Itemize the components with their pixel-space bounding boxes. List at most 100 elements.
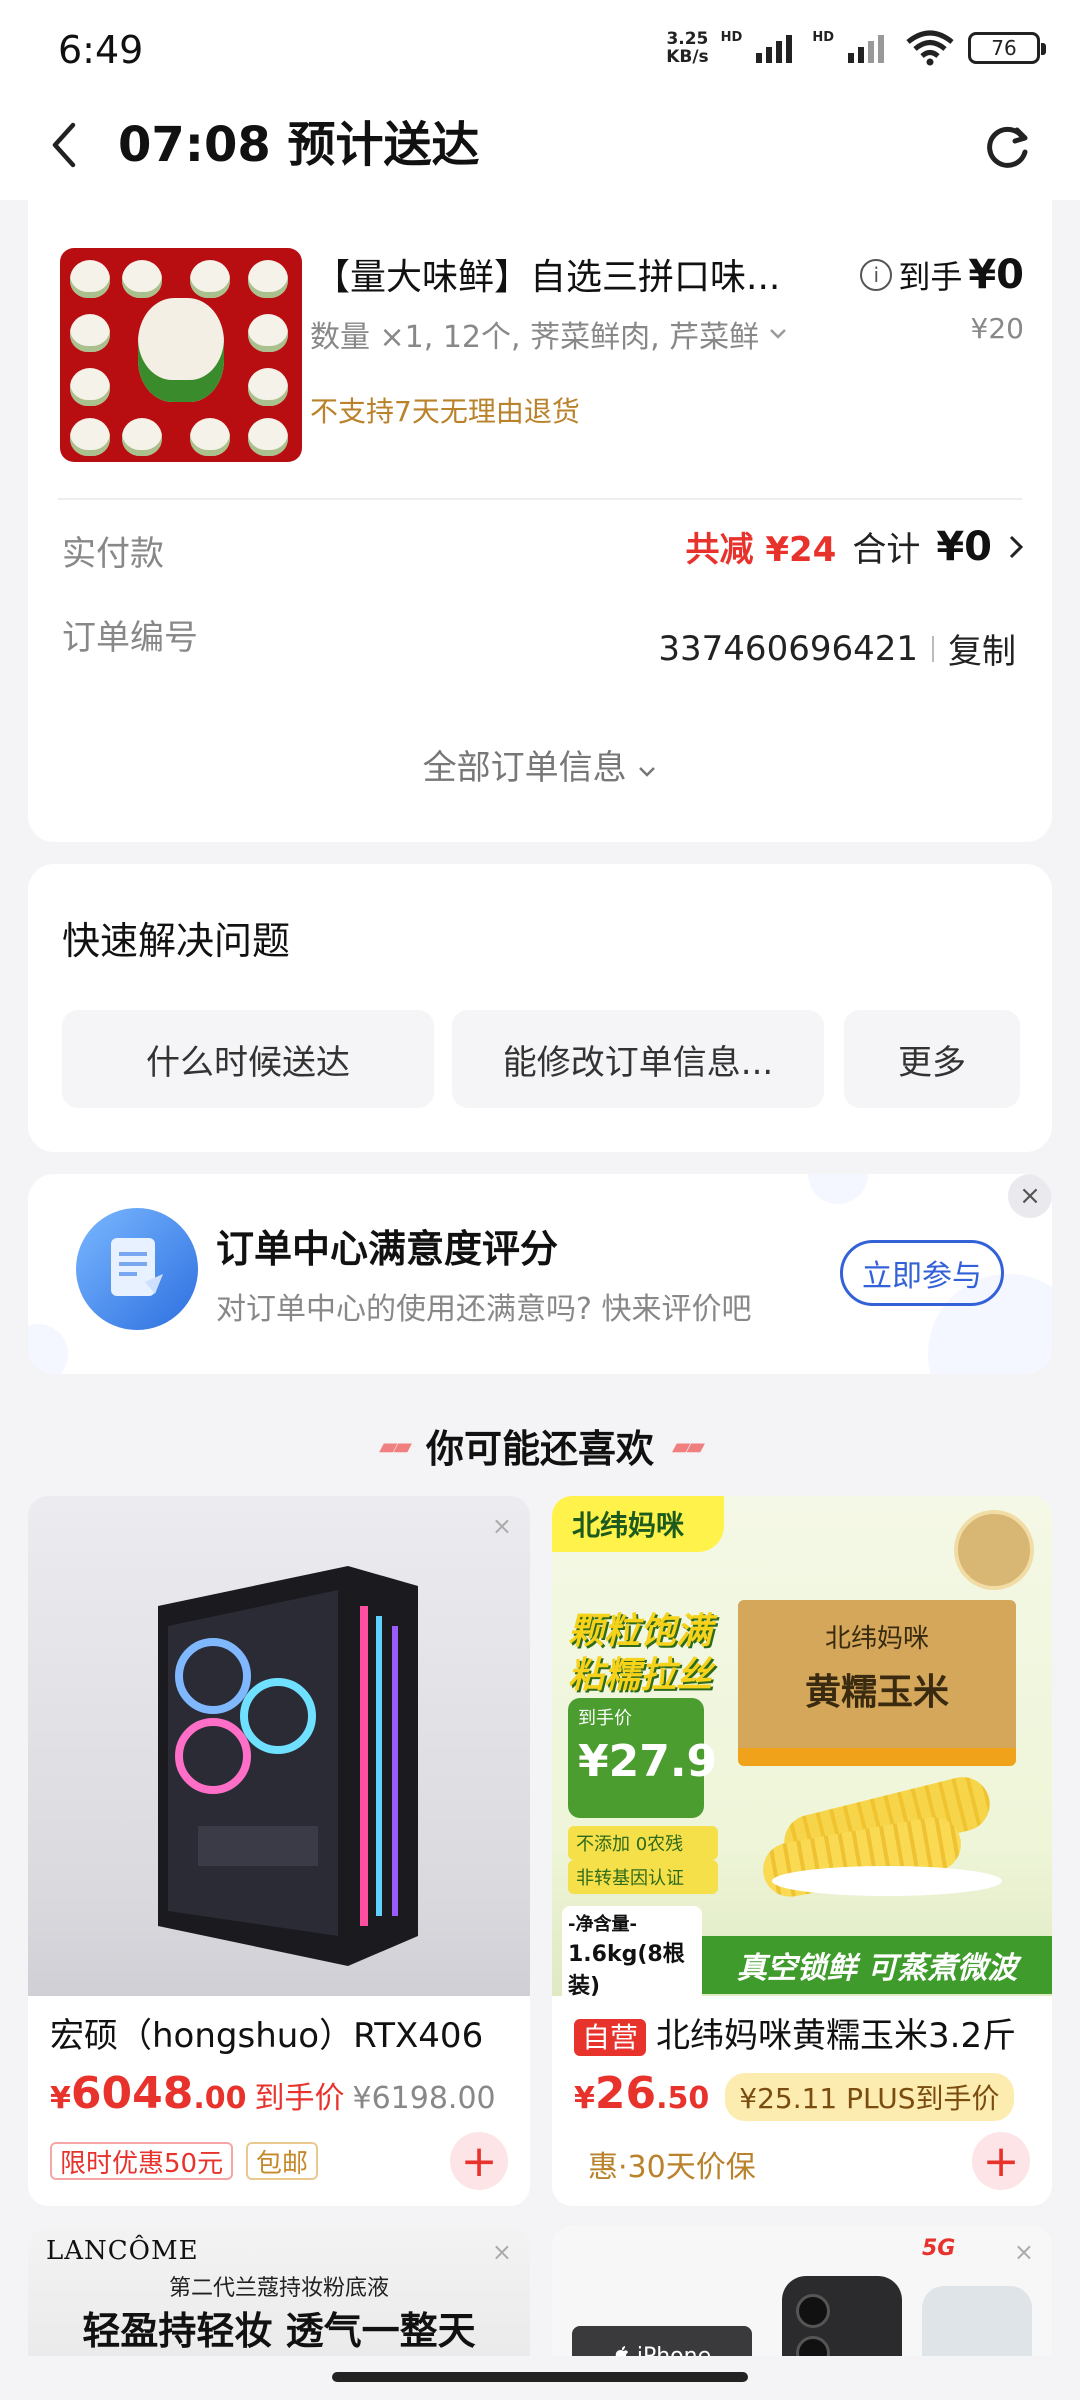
brand-tag: 北纬妈咪: [552, 1496, 724, 1552]
product-name: 宏硕（hongshuo）RTX406: [50, 2016, 484, 2056]
chevron-left-icon: [52, 122, 76, 168]
price-decimal: .00: [193, 2081, 247, 2116]
order-card: 【量大味鲜】自选三拼口味... 数量 ×1, 12个, 荠菜鲜肉, 芹菜鲜 不支…: [28, 200, 1052, 842]
hd-label-1: HD: [720, 30, 743, 45]
recommend-product-card[interactable]: × 宏硕（hongshuo）RTX406 ¥6048.00 到手价 ¥6198.…: [28, 1496, 530, 2206]
chevron-down-icon: [770, 329, 787, 339]
product-image[interactable]: [60, 248, 302, 462]
page-header: 07:08 预计送达: [0, 95, 1080, 200]
survey-title: 订单中心满意度评分: [216, 1227, 559, 1271]
quick-btn-modify-order[interactable]: 能修改订单信息...: [452, 1010, 824, 1108]
product-box: 北纬妈咪 黄糯玉米: [738, 1600, 1016, 1766]
dumpling-graphic: [248, 368, 288, 406]
product-spec[interactable]: 数量 ×1, 12个, 荠菜鲜肉, 芹菜鲜: [310, 312, 787, 356]
recommend-product-card[interactable]: 北纬妈咪 颗粒饱满 粘糯拉丝 到手价 ¥27.9 不添加 0农残 非转基因认证 …: [552, 1496, 1052, 2206]
return-policy-note: 不支持7天无理由退货: [310, 395, 580, 428]
dumpling-graphic: [190, 418, 230, 456]
ad-line-2: 轻盈持轻妆 透气一整天: [82, 2309, 476, 2353]
signal-icon-2: [848, 35, 884, 63]
back-button[interactable]: [40, 113, 88, 177]
price-integer: 6048: [70, 2068, 194, 2119]
home-indicator[interactable]: [332, 2372, 748, 2382]
price-tag: 到手价: [254, 2081, 345, 2116]
pc-case-graphic: [158, 1566, 418, 1966]
total-value: ¥0: [936, 523, 992, 570]
divider: [58, 498, 1022, 500]
original-price: ¥6198.00: [352, 2081, 496, 2116]
signal-icon: [756, 35, 793, 63]
dumpling-graphic: [70, 368, 110, 406]
chevron-down-icon: [639, 767, 656, 777]
status-bar: 6:49 3.25 KB/s HD HD 76: [0, 0, 1080, 95]
original-price: ¥20: [970, 312, 1024, 345]
dumpling-graphic: [70, 314, 110, 352]
net-weight-label: -净含量- 1.6kg(8根装): [562, 1906, 702, 2004]
dumpling-graphic: [70, 260, 110, 298]
dumpling-graphic: [248, 260, 288, 298]
paid-label: 实付款: [62, 534, 164, 574]
order-number-row: 337460696421 复制: [658, 624, 1016, 673]
dumpling-graphic: [122, 418, 162, 456]
close-icon[interactable]: ×: [1008, 1174, 1052, 1218]
dumpling-graphic: [248, 418, 288, 456]
promo-chip: 限时优惠50元: [50, 2142, 234, 2180]
close-icon[interactable]: ×: [492, 2238, 512, 2266]
price-integer: 26: [594, 2068, 657, 2119]
quick-solve-title: 快速解决问题: [62, 919, 291, 963]
dumpling-graphic: [70, 418, 110, 456]
hd-label-2: HD: [812, 30, 834, 45]
add-to-cart-button[interactable]: +: [972, 2132, 1030, 2190]
status-icons: 3.25 KB/s HD HD 76: [666, 30, 1046, 66]
bottom-slogan: 真空锁鲜 可蒸煮微波: [702, 1936, 1052, 1994]
add-to-cart-button[interactable]: +: [450, 2132, 508, 2190]
price-box: i 到手 ¥0 ¥20: [860, 252, 1024, 345]
decor-bubble: [28, 1324, 68, 1374]
separator: [932, 635, 934, 662]
price-row: ¥26.50 ¥25.11 PLUS到手价: [574, 2068, 1014, 2121]
product-image: 北纬妈咪 颗粒饱满 粘糯拉丝 到手价 ¥27.9 不添加 0农残 非转基因认证 …: [552, 1496, 1052, 2004]
award-badge-icon: [954, 1510, 1034, 1590]
info-icon[interactable]: i: [860, 259, 893, 291]
network-badge: 5G: [922, 2236, 956, 2261]
dumpling-center-graphic: [138, 298, 224, 402]
refresh-button[interactable]: [976, 115, 1040, 179]
order-number-label: 订单编号: [62, 618, 198, 658]
page-title: 07:08 预计送达: [118, 117, 480, 173]
survey-subtitle: 对订单中心的使用还满意吗? 快来评价吧: [216, 1292, 752, 1327]
recommend-heading: ▰▰ 你可能还喜欢 ▰▰: [379, 1427, 705, 1471]
discount-text: 共减 ¥24: [685, 530, 837, 570]
copy-button[interactable]: 复制: [948, 624, 1016, 673]
decor-bubble: [808, 1174, 868, 1204]
close-icon[interactable]: ×: [1014, 2238, 1034, 2266]
join-survey-button[interactable]: 立即参与: [840, 1240, 1004, 1306]
plus-price-badge: ¥25.11 PLUS到手价: [725, 2073, 1014, 2121]
price-row: ¥6048.00 到手价 ¥6198.00: [50, 2068, 496, 2119]
ad-line-1: 第二代兰蔻持妆粉底液: [168, 2276, 389, 2301]
price-label: 到手: [898, 258, 963, 296]
price-protect-note: 惠·30天价保: [588, 2150, 756, 2185]
dumpling-graphic: [122, 260, 162, 298]
status-time: 6:49: [58, 28, 144, 72]
battery-icon: 76: [968, 32, 1046, 64]
quick-solve-card: 快速解决问题 什么时候送达 能修改订单信息... 更多: [28, 864, 1052, 1152]
paid-summary[interactable]: 共减 ¥24 合计 ¥0: [686, 522, 1024, 571]
chevron-right-icon: [1009, 535, 1024, 558]
total-label: 合计: [852, 530, 921, 570]
all-order-info-button[interactable]: 全部订单信息: [28, 740, 1052, 789]
slogan-line2: 粘糯拉丝: [568, 1655, 713, 1696]
quick-btn-more[interactable]: 更多: [844, 1010, 1020, 1108]
survey-document-icon: [76, 1208, 198, 1330]
shipping-chip: 包邮: [246, 2142, 319, 2180]
close-icon[interactable]: ×: [492, 1512, 512, 1540]
product-title[interactable]: 【量大味鲜】自选三拼口味...: [314, 248, 854, 300]
decor-strokes-icon: ▰▰: [672, 1431, 705, 1460]
quick-btn-delivery-time[interactable]: 什么时候送达: [62, 1010, 434, 1108]
product-name: 自营 北纬妈咪黄糯玉米3.2斤: [574, 2008, 1034, 2057]
self-operated-badge: 自营: [574, 2019, 647, 2056]
brand-logo: LANCÔME: [46, 2236, 199, 2266]
price-decimal: .50: [656, 2081, 710, 2116]
corn-graphic: [758, 1771, 1012, 1901]
wifi-icon: [906, 30, 954, 66]
feature-tag-2: 非转基因认证: [568, 1860, 718, 1894]
decor-strokes-icon: ▰▰: [379, 1431, 412, 1460]
